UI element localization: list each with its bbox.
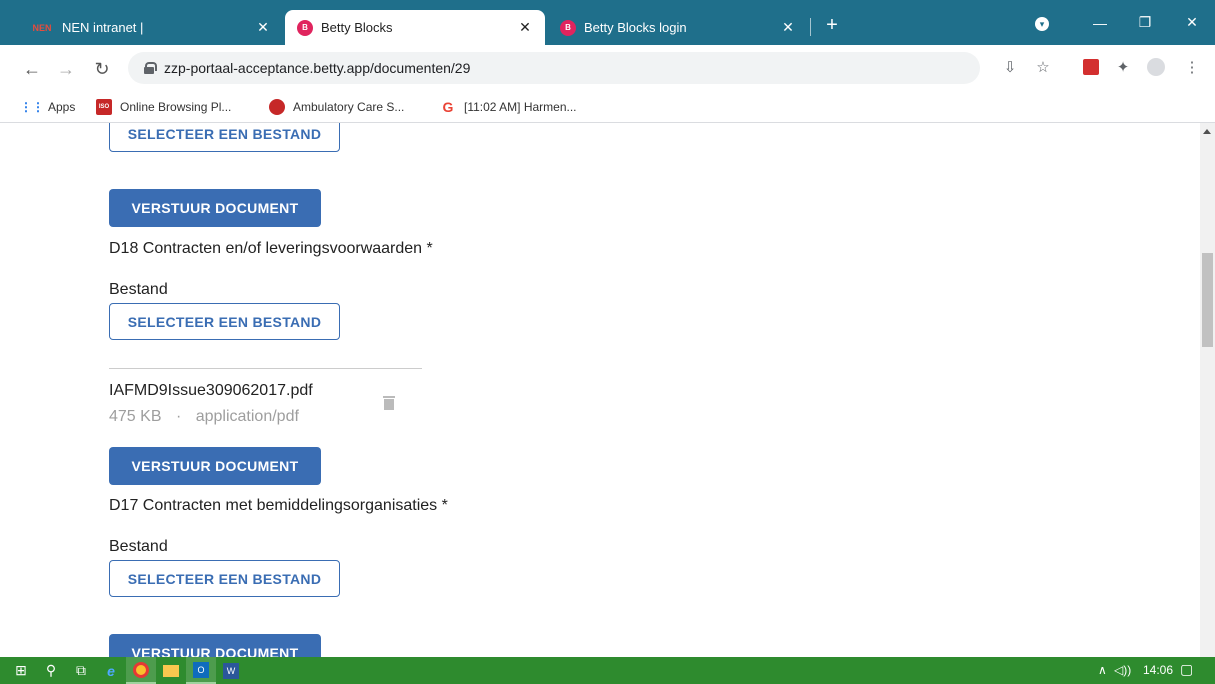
scroll-up-arrow-icon[interactable] — [1203, 129, 1211, 134]
betty-favicon: B — [560, 19, 576, 36]
profile-icon[interactable] — [1146, 57, 1166, 77]
tab-title: Betty Blocks — [321, 20, 393, 35]
chrome-icon[interactable] — [126, 657, 156, 684]
bookmark-harmen[interactable]: G [11:02 AM] Harmen... — [440, 99, 577, 115]
bookmarks-bar: ⋮⋮ Apps ISO Online Browsing Pl... Ambula… — [0, 92, 1215, 123]
google-icon: G — [442, 99, 454, 115]
uploaded-file-name: IAFMD9Issue309062017.pdf — [109, 382, 313, 399]
minimize-button[interactable]: — — [1077, 0, 1123, 45]
install-icon[interactable]: ⇩ — [1000, 57, 1020, 77]
section-title-d17: D17 Contracten met bemiddelingsorganisat… — [109, 497, 448, 514]
search-icon[interactable]: ⚲ — [36, 657, 66, 684]
tab-search-icon[interactable]: ▾ — [1035, 17, 1049, 31]
meta-separator: · — [175, 408, 182, 425]
menu-icon[interactable]: ⋮ — [1182, 57, 1202, 77]
betty-favicon: B — [297, 19, 313, 36]
task-view-icon[interactable]: ⧉ — [66, 657, 96, 684]
tab-strip: NEN NEN intranet | ✕ B Betty Blocks ✕ B … — [0, 0, 1215, 45]
divider — [109, 368, 422, 369]
star-icon[interactable]: ☆ — [1033, 57, 1053, 77]
select-file-button[interactable]: SELECTEER EEN BESTAND — [109, 123, 340, 152]
outlook-icon[interactable]: O — [186, 657, 216, 684]
tab-betty-blocks[interactable]: B Betty Blocks ✕ — [285, 10, 545, 45]
tab-betty-blocks-login[interactable]: B Betty Blocks login ✕ — [548, 10, 808, 45]
address-bar[interactable]: zzp-portaal-acceptance.betty.app/documen… — [128, 52, 980, 84]
back-icon[interactable]: ← — [20, 57, 44, 81]
tab-title: NEN intranet | — [62, 20, 144, 35]
field-label-bestand: Bestand — [109, 281, 168, 298]
iso-icon: ISO — [96, 99, 112, 115]
tab-nen-intranet[interactable]: NEN NEN intranet | ✕ — [18, 10, 283, 45]
field-label-bestand: Bestand — [109, 538, 168, 555]
windows-taskbar: ⊞ ⚲ ⧉ e O W ∧ ◁)) 14:06 ▢ — [0, 657, 1215, 684]
close-icon[interactable]: ✕ — [255, 19, 271, 36]
submit-document-button-d18[interactable]: VERSTUUR DOCUMENT — [109, 447, 321, 485]
file-type: application/pdf — [195, 408, 299, 425]
word-icon[interactable]: W — [216, 657, 246, 684]
tray-show-hidden-icon[interactable]: ∧ — [1098, 663, 1107, 677]
file-size: 475 KB — [109, 408, 162, 425]
ambulatory-icon — [269, 99, 285, 115]
close-icon[interactable]: ✕ — [780, 19, 796, 36]
extensions-icon[interactable]: ✦ — [1113, 57, 1133, 77]
pdf-extension-icon[interactable] — [1081, 57, 1101, 77]
forward-icon[interactable]: → — [54, 57, 78, 81]
bookmark-ambulatory-care[interactable]: Ambulatory Care S... — [269, 99, 404, 115]
tab-separator — [810, 18, 811, 36]
scroll-thumb[interactable] — [1202, 253, 1213, 347]
scrollbar[interactable] — [1200, 123, 1215, 657]
notifications-icon[interactable]: ▢ — [1180, 661, 1193, 678]
close-icon[interactable]: ✕ — [517, 19, 533, 36]
bookmark-online-browsing[interactable]: ISO Online Browsing Pl... — [96, 99, 231, 115]
volume-icon[interactable]: ◁)) — [1114, 663, 1131, 677]
uploaded-file-meta: 475 KB · application/pdf — [109, 408, 299, 426]
select-file-button-d17[interactable]: SELECTEER EEN BESTAND — [109, 560, 340, 597]
section-title-d18: D18 Contracten en/of leveringsvoorwaarde… — [109, 240, 433, 257]
restore-button[interactable]: ❐ — [1122, 0, 1168, 45]
edge-icon[interactable]: e — [96, 657, 126, 684]
tab-title: Betty Blocks login — [584, 20, 687, 35]
select-file-button-d18[interactable]: SELECTEER EEN BESTAND — [109, 303, 340, 340]
url-text: zzp-portaal-acceptance.betty.app/documen… — [164, 60, 471, 76]
new-tab-button[interactable]: + — [820, 14, 844, 37]
apps-icon: ⋮⋮ — [20, 100, 44, 114]
file-explorer-icon[interactable] — [156, 657, 186, 684]
delete-icon[interactable] — [383, 396, 395, 410]
bookmark-apps[interactable]: ⋮⋮ Apps — [20, 99, 75, 115]
page-content: SELECTEER EEN BESTAND VERSTUUR DOCUMENT … — [0, 123, 1200, 657]
nen-favicon: NEN — [32, 22, 52, 33]
windows-start-icon[interactable]: ⊞ — [6, 657, 36, 684]
lock-icon — [144, 62, 157, 74]
close-window-button[interactable]: ✕ — [1169, 0, 1215, 45]
clock[interactable]: 14:06 — [1143, 663, 1173, 677]
submit-document-button[interactable]: VERSTUUR DOCUMENT — [109, 189, 321, 227]
reload-icon[interactable]: ↻ — [90, 57, 114, 81]
submit-document-button-d17[interactable]: VERSTUUR DOCUMENT — [109, 634, 321, 657]
